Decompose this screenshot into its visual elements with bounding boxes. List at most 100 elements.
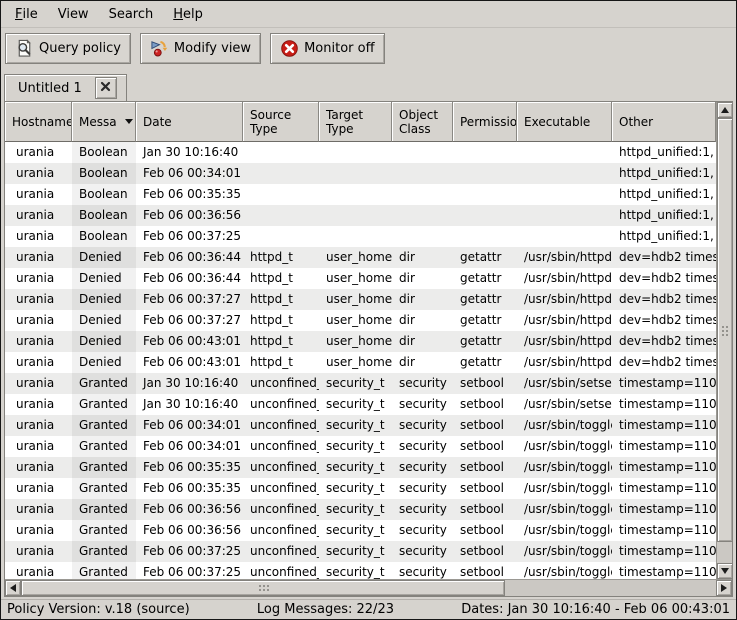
- table-cell: Feb 06 00:37:25: [136, 226, 243, 247]
- modify-view-icon: [150, 39, 169, 58]
- table-cell: Granted: [72, 457, 136, 478]
- table-row[interactable]: uraniaDeniedFeb 06 00:43:01httpd_tuser_h…: [5, 331, 716, 352]
- table-row[interactable]: uraniaGrantedJan 30 10:16:40unconfined_s…: [5, 373, 716, 394]
- table-row[interactable]: uraniaGrantedFeb 06 00:35:35unconfined_s…: [5, 478, 716, 499]
- scroll-down-button[interactable]: [717, 563, 733, 579]
- table-row[interactable]: uraniaDeniedFeb 06 00:36:44httpd_tuser_h…: [5, 247, 716, 268]
- toolbar-button-label: Modify view: [174, 41, 251, 56]
- table-cell: dev=hdb2 timesta: [612, 331, 716, 352]
- table-row[interactable]: uraniaGrantedFeb 06 00:34:01unconfined_s…: [5, 415, 716, 436]
- scroll-up-button[interactable]: [717, 102, 733, 118]
- table-cell: urania: [5, 520, 72, 541]
- column-header-messa[interactable]: Messa: [72, 102, 136, 142]
- table-cell: dir: [392, 268, 453, 289]
- table-cell: dir: [392, 331, 453, 352]
- statusbar: Policy Version: v.18 (source) Log Messag…: [1, 599, 736, 619]
- table-cell: security_t: [319, 562, 392, 579]
- query-policy-button[interactable]: Query policy: [5, 33, 131, 64]
- tab-close-button[interactable]: [95, 77, 117, 99]
- table-cell: Granted: [72, 415, 136, 436]
- column-header-other[interactable]: Other: [612, 102, 716, 142]
- table-row[interactable]: uraniaBooleanFeb 06 00:35:35httpd_unifie…: [5, 184, 716, 205]
- table-cell: urania: [5, 562, 72, 579]
- table-cell: security: [392, 478, 453, 499]
- table-row[interactable]: uraniaGrantedFeb 06 00:35:35unconfined_s…: [5, 457, 716, 478]
- table-cell: Feb 06 00:36:44: [136, 247, 243, 268]
- table-cell: httpd_t: [243, 331, 319, 352]
- table-cell: user_home_: [319, 331, 392, 352]
- column-header-source-type[interactable]: SourceType: [243, 102, 319, 142]
- menu-search[interactable]: Search: [99, 2, 164, 27]
- table-cell: urania: [5, 289, 72, 310]
- table-row[interactable]: uraniaDeniedFeb 06 00:43:01httpd_tuser_h…: [5, 352, 716, 373]
- table-cell: Feb 06 00:35:35: [136, 478, 243, 499]
- table-cell: /usr/sbin/toggle: [517, 415, 612, 436]
- table-cell: Denied: [72, 268, 136, 289]
- column-header-permission[interactable]: Permission: [453, 102, 517, 142]
- table-row[interactable]: uraniaBooleanFeb 06 00:36:56httpd_unifie…: [5, 205, 716, 226]
- column-header-label: Messa: [79, 115, 117, 129]
- menu-view[interactable]: View: [48, 2, 99, 27]
- column-header-target-type[interactable]: TargetType: [319, 102, 392, 142]
- table-cell: security_t: [319, 394, 392, 415]
- table-cell: Feb 06 00:34:01: [136, 436, 243, 457]
- table-row[interactable]: uraniaGrantedFeb 06 00:37:25unconfined_s…: [5, 562, 716, 579]
- table-cell: /usr/sbin/toggle: [517, 478, 612, 499]
- horizontal-scrollbar-thumb[interactable]: [21, 580, 505, 596]
- table-cell: Denied: [72, 247, 136, 268]
- table-row[interactable]: uraniaGrantedFeb 06 00:36:56unconfined_s…: [5, 499, 716, 520]
- horizontal-scrollbar[interactable]: [5, 579, 732, 596]
- table-cell: [392, 205, 453, 226]
- table-cell: Granted: [72, 541, 136, 562]
- table-row[interactable]: uraniaDeniedFeb 06 00:36:44httpd_tuser_h…: [5, 268, 716, 289]
- table-cell: Boolean: [72, 226, 136, 247]
- table-cell: timestamp=11076: [612, 415, 716, 436]
- table-cell: security: [392, 541, 453, 562]
- monitor-off-button[interactable]: Monitor off: [270, 33, 384, 64]
- table-cell: urania: [5, 415, 72, 436]
- table-row[interactable]: uraniaGrantedFeb 06 00:37:25unconfined_s…: [5, 541, 716, 562]
- table-cell: /usr/sbin/httpd: [517, 331, 612, 352]
- table-cell: [243, 184, 319, 205]
- table-cell: Boolean: [72, 184, 136, 205]
- table-cell: httpd_t: [243, 247, 319, 268]
- tab-strip: Untitled 1: [1, 69, 736, 101]
- modify-view-button[interactable]: Modify view: [140, 33, 261, 64]
- table-row[interactable]: uraniaGrantedJan 30 10:16:40unconfined_s…: [5, 394, 716, 415]
- table-cell: getattr: [453, 268, 517, 289]
- scroll-left-button[interactable]: [5, 580, 21, 596]
- column-header-object-class[interactable]: ObjectClass: [392, 102, 453, 142]
- table-row[interactable]: uraniaGrantedFeb 06 00:36:56unconfined_s…: [5, 520, 716, 541]
- table-cell: urania: [5, 226, 72, 247]
- table-cell: /usr/sbin/httpd: [517, 352, 612, 373]
- table-cell: Feb 06 00:34:01: [136, 415, 243, 436]
- scroll-right-button[interactable]: [716, 580, 732, 596]
- column-header-executable[interactable]: Executable: [517, 102, 612, 142]
- table-row[interactable]: uraniaDeniedFeb 06 00:37:27httpd_tuser_h…: [5, 310, 716, 331]
- table-cell: timestamp=11076: [612, 541, 716, 562]
- table-cell: security: [392, 499, 453, 520]
- table-cell: urania: [5, 331, 72, 352]
- table-row[interactable]: uraniaGrantedFeb 06 00:34:01unconfined_s…: [5, 436, 716, 457]
- table-cell: [392, 184, 453, 205]
- table-cell: setbool: [453, 478, 517, 499]
- table-row[interactable]: uraniaBooleanFeb 06 00:37:25httpd_unifie…: [5, 226, 716, 247]
- table-cell: timestamp=11076: [612, 499, 716, 520]
- table-cell: /usr/sbin/toggle: [517, 499, 612, 520]
- table-row[interactable]: uraniaDeniedFeb 06 00:37:27httpd_tuser_h…: [5, 289, 716, 310]
- table-cell: setbool: [453, 457, 517, 478]
- vertical-scrollbar[interactable]: [716, 102, 732, 579]
- arrow-right-icon: [721, 584, 727, 592]
- menu-help[interactable]: Help: [163, 2, 213, 27]
- table-cell: security: [392, 415, 453, 436]
- table-cell: setbool: [453, 373, 517, 394]
- column-header-date[interactable]: Date: [136, 102, 243, 142]
- column-header-hostname[interactable]: Hostname: [5, 102, 72, 142]
- column-header-label: Date: [143, 115, 172, 129]
- table-row[interactable]: uraniaBooleanFeb 06 00:34:01httpd_unifie…: [5, 163, 716, 184]
- log-table: Hostname Messa Date SourceTypeTargetTypeObj…: [5, 102, 716, 579]
- table-row[interactable]: uraniaBooleanJan 30 10:16:40httpd_unifie…: [5, 142, 716, 163]
- tab-untitled-1[interactable]: Untitled 1: [4, 74, 127, 101]
- menu-file[interactable]: File: [5, 2, 48, 27]
- vertical-scrollbar-thumb[interactable]: [717, 118, 733, 542]
